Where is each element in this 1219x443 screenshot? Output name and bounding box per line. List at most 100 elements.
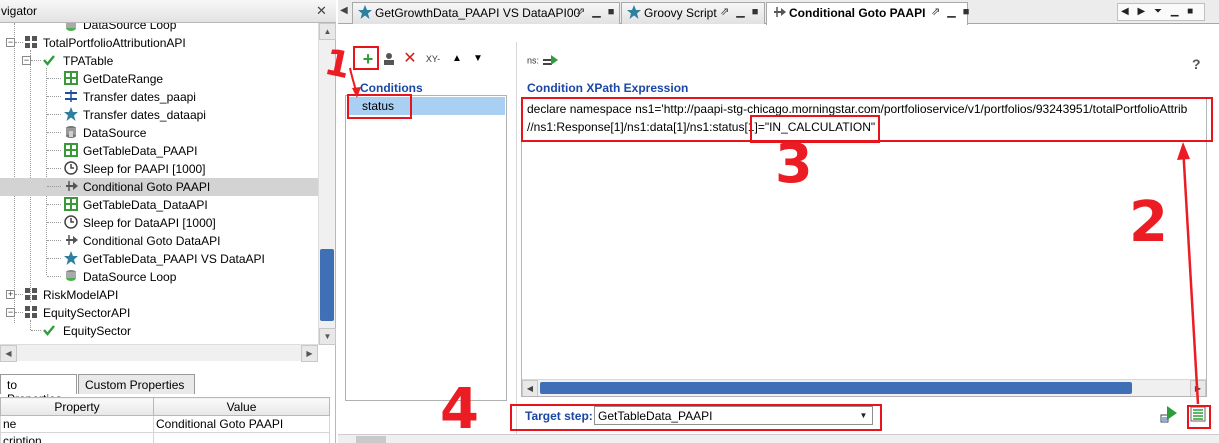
run-condition-icon[interactable] xyxy=(1160,405,1178,423)
tree-item-riskmodelapi[interactable]: + RiskModelAPI xyxy=(0,286,318,304)
tree-item-equitysectorapi[interactable]: − EquitySectorAPI xyxy=(0,304,318,322)
navigator-panel: vigator ✕ DataSource Loop − TotalPortfol… xyxy=(0,0,336,443)
groovy-step-icon xyxy=(64,143,78,157)
property-transfer-icon xyxy=(65,90,77,102)
annotation-box-target xyxy=(510,404,882,431)
scroll-left-icon[interactable]: ◀ xyxy=(0,345,17,362)
tab-conditional-goto-paapi[interactable]: Conditional Goto PAAPI ⇗ ▁ ■ xyxy=(766,2,971,25)
arrow-up-icon: ▲ xyxy=(452,53,462,64)
scroll-right-icon[interactable]: ▶ xyxy=(301,345,318,362)
tree-item-tpatable[interactable]: − TPATable xyxy=(0,52,318,70)
tab-groovy-script[interactable]: Groovy Script ⇗ ▁ ■ xyxy=(621,2,765,24)
help-icon[interactable]: ? xyxy=(1192,56,1201,72)
properties-table: Property Value ne Conditional Goto PAAPI… xyxy=(0,397,330,443)
property-value-cell[interactable]: Conditional Goto PAAPI xyxy=(153,415,330,433)
properties-tabs: to Properties Custom Properties xyxy=(0,374,336,406)
project-tree: DataSource Loop − TotalPortfolioAttribut… xyxy=(0,23,318,345)
table-row[interactable]: cription xyxy=(0,432,330,443)
conditions-list[interactable]: status xyxy=(345,95,507,401)
xy-icon: XY- xyxy=(425,54,441,64)
datasource-loop-icon xyxy=(66,23,76,31)
xpath-heading: Condition XPath Expression xyxy=(527,81,689,95)
table-row[interactable]: ne Conditional Goto PAAPI xyxy=(0,415,330,433)
tab-window-controls[interactable]: ⇗ ▁ ■ xyxy=(720,5,760,18)
copy-condition-button[interactable]: XY- xyxy=(422,48,444,70)
tree-item-datasource[interactable]: DataSource xyxy=(0,124,318,142)
groovy-step-icon xyxy=(64,197,78,211)
scroll-left-icon[interactable]: ◀ xyxy=(522,380,538,396)
xpath-toolbar: ns: xyxy=(527,54,559,72)
tree-item-conditional-goto-paapi[interactable]: Conditional Goto PAAPI xyxy=(0,178,318,196)
tree-item-gettabledata-paapi[interactable]: GetTableData_PAAPI xyxy=(0,142,318,160)
conditional-goto-icon xyxy=(66,181,78,191)
column-header-value[interactable]: Value xyxy=(153,397,330,416)
scrollbar-thumb[interactable] xyxy=(540,382,1132,394)
testsuite-grid-icon xyxy=(25,306,37,318)
collapse-icon[interactable]: − xyxy=(22,56,31,65)
move-down-button[interactable]: ▼ xyxy=(468,48,488,70)
delete-condition-button[interactable]: ✕ xyxy=(400,48,420,70)
clock-icon xyxy=(64,161,78,175)
annotation-box-add xyxy=(353,46,379,70)
arrow-down-icon: ▼ xyxy=(473,53,483,64)
expand-icon[interactable]: + xyxy=(6,290,15,299)
testsuite-grid-icon xyxy=(25,288,37,300)
tab-window-controls[interactable]: ⇗ ▁ ■ xyxy=(931,5,971,18)
move-up-button[interactable]: ▲ xyxy=(447,48,467,70)
conditional-goto-icon xyxy=(66,235,78,245)
conditions-heading: Conditions xyxy=(360,81,423,95)
star-icon xyxy=(64,107,78,121)
tree-item-gettabledata-paapi-vs-dataapi[interactable]: GetTableData_PAAPI VS DataAPI xyxy=(0,250,318,268)
rename-condition-button[interactable] xyxy=(379,48,399,70)
navigator-title: vigator xyxy=(1,4,38,18)
tab-scroll-left-icon[interactable]: ◀ xyxy=(340,5,348,16)
tab-window-controls[interactable]: ⇗ ▁ ■ xyxy=(576,5,616,18)
tree-item-datasource-loop-top[interactable]: DataSource Loop xyxy=(0,23,318,34)
annotation-box-status xyxy=(347,94,412,119)
tree-item-datasource-loop[interactable]: DataSource Loop xyxy=(0,268,318,286)
conditional-goto-icon xyxy=(774,7,786,17)
delete-icon: ✕ xyxy=(403,50,417,67)
xpath-horizontal-scrollbar[interactable]: ◀ ▶ xyxy=(522,379,1206,396)
annotation-box-value xyxy=(750,115,880,143)
testsuite-grid-icon xyxy=(25,36,37,48)
scroll-up-icon[interactable]: ▲ xyxy=(319,23,336,40)
tree-item-sleep-paapi[interactable]: Sleep for PAAPI [1000] xyxy=(0,160,318,178)
property-value-cell[interactable] xyxy=(153,432,330,443)
annotation-box-list xyxy=(1187,405,1211,429)
tree-item-getdaterange[interactable]: GetDateRange xyxy=(0,70,318,88)
datasource-icon xyxy=(66,126,76,138)
star-icon xyxy=(64,251,78,265)
panel-divider[interactable] xyxy=(516,42,517,434)
editor-tab-bar: ◀ GetGrowthData_PAAPI VS DataAPI00 ⇗ ▁ ■… xyxy=(338,0,1219,25)
navigator-horizontal-scrollbar[interactable]: ◀ ▶ xyxy=(0,344,318,362)
tab-custom-properties[interactable]: Custom Properties xyxy=(78,374,195,394)
close-icon[interactable]: ✕ xyxy=(316,3,327,19)
person-icon xyxy=(384,53,394,65)
navigator-header: vigator ✕ xyxy=(0,0,336,23)
tree-item-equitysector[interactable]: EquitySector xyxy=(0,322,318,340)
annotation-number-2: 2 xyxy=(1129,190,1168,255)
collapse-icon[interactable]: − xyxy=(6,38,15,47)
scrollbar-thumb[interactable] xyxy=(320,249,334,321)
check-icon xyxy=(43,325,55,336)
tree-item-transfer-dates-paapi[interactable]: Transfer dates_paapi xyxy=(0,88,318,106)
tree-item-conditional-goto-dataapi[interactable]: Conditional Goto DataAPI xyxy=(0,232,318,250)
property-name-cell: ne xyxy=(0,415,154,433)
property-name-cell: cription xyxy=(0,432,154,443)
scroll-right-icon[interactable]: ▶ xyxy=(1190,380,1206,396)
collapse-icon[interactable]: − xyxy=(6,308,15,317)
column-header-property[interactable]: Property xyxy=(0,397,154,416)
tab-getgrowthdata[interactable]: GetGrowthData_PAAPI VS DataAPI00 ⇗ ▁ ■ xyxy=(352,2,620,24)
tree-item-gettabledata-dataapi[interactable]: GetTableData_DataAPI xyxy=(0,196,318,214)
tree-item-sleep-dataapi[interactable]: Sleep for DataAPI [1000] xyxy=(0,214,318,232)
declare-namespace-button[interactable]: ns: xyxy=(527,55,539,65)
tab-goto-properties[interactable]: to Properties xyxy=(0,374,77,406)
scroll-down-icon[interactable]: ▼ xyxy=(319,328,336,345)
tree-item-transfer-dates-dataapi[interactable]: Transfer dates_dataapi xyxy=(0,106,318,124)
splitter-handle[interactable] xyxy=(356,436,386,443)
star-icon xyxy=(627,5,641,19)
tab-navigation-controls[interactable]: ◀ ▶ ⏷ ▁ ■ xyxy=(1117,3,1205,21)
run-icon[interactable] xyxy=(542,54,559,68)
tree-item-totalportfolioattributionapi[interactable]: − TotalPortfolioAttributionAPI xyxy=(0,34,318,52)
